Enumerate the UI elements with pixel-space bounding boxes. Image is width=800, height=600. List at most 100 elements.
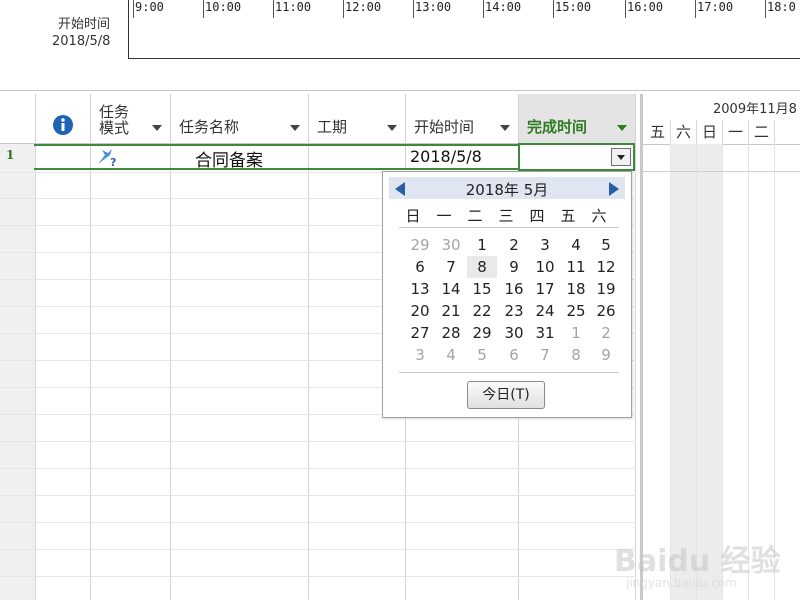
finish-header-label: 完成时间 — [527, 118, 588, 136]
weekday-label: 一 — [436, 207, 452, 225]
watermark-text: Baidu 经验 — [614, 544, 781, 579]
timeline-start-date: 2018/5/8 — [52, 34, 111, 49]
task-name-header[interactable]: 任务名称 — [171, 94, 308, 144]
calendar-day[interactable]: 1 — [467, 234, 497, 256]
calendar-day[interactable]: 14 — [436, 278, 466, 300]
calendar-day[interactable]: 27 — [405, 322, 435, 344]
start-header[interactable]: 开始时间 — [406, 94, 518, 144]
calendar-day-selected[interactable]: 8 — [467, 256, 497, 278]
timeline-start-label: 开始时间 — [58, 17, 111, 32]
calendar-day[interactable]: 29 — [467, 322, 497, 344]
calendar-day[interactable]: 6 — [405, 256, 435, 278]
start-header-label: 开始时间 — [414, 118, 475, 136]
timeline-hour: 9:00 — [133, 0, 164, 18]
timeline-separator — [0, 90, 800, 91]
calendar-day-other-month[interactable]: 8 — [561, 344, 591, 366]
next-month-arrow-icon[interactable] — [609, 182, 619, 196]
calendar-day[interactable]: 25 — [561, 300, 591, 322]
gantt-day-header: 二 — [749, 120, 775, 144]
svg-text:?: ? — [110, 156, 116, 168]
calendar-day-other-month[interactable]: 2 — [591, 322, 621, 344]
calendar-day[interactable]: 23 — [499, 300, 529, 322]
chevron-down-icon[interactable] — [152, 125, 162, 131]
row-divider — [0, 549, 636, 550]
calendar-day[interactable]: 12 — [591, 256, 621, 278]
calendar-day[interactable]: 16 — [499, 278, 529, 300]
calendar-day-other-month[interactable]: 29 — [405, 234, 435, 256]
timeline-hour: 12:00 — [342, 0, 382, 18]
timeline-hour: 13:00 — [412, 0, 452, 18]
calendar-day[interactable]: 2 — [499, 234, 529, 256]
row-divider — [0, 441, 636, 442]
calendar-day[interactable]: 24 — [530, 300, 560, 322]
today-button[interactable]: 今日(T) — [467, 381, 545, 409]
task-name-cell[interactable]: 合同备案 — [195, 146, 263, 171]
timeline-hour: 18:0 — [765, 0, 796, 18]
calendar-day-other-month[interactable]: 30 — [436, 234, 466, 256]
weekday-label: 六 — [591, 207, 607, 225]
calendar-day[interactable]: 17 — [530, 278, 560, 300]
row-divider — [0, 495, 636, 496]
select-all-corner[interactable] — [0, 94, 35, 144]
calendar-day[interactable]: 9 — [499, 256, 529, 278]
calendar-day[interactable]: 22 — [467, 300, 497, 322]
calendar-day[interactable]: 5 — [591, 234, 621, 256]
gantt-day-header: 一 — [723, 120, 749, 144]
calendar-day-other-month[interactable]: 6 — [499, 344, 529, 366]
finish-header[interactable]: 完成时间 — [519, 94, 635, 144]
start-date-cell[interactable]: 2018/5/8 — [410, 147, 482, 166]
chevron-down-icon[interactable] — [290, 125, 300, 131]
calendar-day[interactable]: 4 — [561, 234, 591, 256]
row-divider — [0, 468, 636, 469]
weekday-label: 四 — [529, 207, 545, 225]
watermark-subtext: jingyan.baidu.com — [626, 576, 737, 590]
calendar-day[interactable]: 13 — [405, 278, 435, 300]
weekday-label: 五 — [560, 207, 576, 225]
duration-header-label: 工期 — [317, 118, 348, 136]
calendar-day[interactable]: 15 — [467, 278, 497, 300]
calendar-day[interactable]: 11 — [561, 256, 591, 278]
duration-header[interactable]: 工期 — [309, 94, 405, 144]
timeline-hour: 11:00 — [272, 0, 312, 18]
calendar-day-other-month[interactable]: 7 — [530, 344, 560, 366]
chevron-down-icon[interactable] — [387, 125, 397, 131]
calendar-day-other-month[interactable]: 5 — [467, 344, 497, 366]
calendar-day-other-month[interactable]: 9 — [591, 344, 621, 366]
calendar-day-other-month[interactable]: 3 — [405, 344, 435, 366]
task-name-header-label: 任务名称 — [179, 118, 240, 136]
calendar-day[interactable]: 20 — [405, 300, 435, 322]
timeline-hour: 10:00 — [202, 0, 242, 18]
task-mode-header[interactable]: 任务 模式 — [91, 94, 170, 144]
calendar-day[interactable]: 31 — [530, 322, 560, 344]
chevron-down-icon[interactable] — [500, 125, 510, 131]
weekday-divider — [399, 227, 619, 228]
calendar-day[interactable]: 3 — [530, 234, 560, 256]
gantt-week-header: 2009年11月8 — [713, 102, 797, 117]
calendar-day[interactable]: 18 — [561, 278, 591, 300]
task-mode-header-line2: 模式 — [99, 119, 130, 137]
calendar-footer-divider — [399, 372, 619, 373]
timeline-hour: 15:00 — [552, 0, 592, 18]
calendar-day[interactable]: 10 — [530, 256, 560, 278]
manual-task-icon: ? — [98, 149, 116, 168]
weekday-label: 二 — [467, 207, 483, 225]
gantt-row-divider — [643, 171, 800, 172]
timeline-bar[interactable]: 9:00 10:00 11:00 12:00 13:00 14:00 15:00… — [128, 0, 800, 59]
timeline-panel: 开始时间 2018/5/8 9:00 10:00 11:00 12:00 13:… — [0, 0, 800, 90]
calendar-day[interactable]: 28 — [436, 322, 466, 344]
calendar-day-other-month[interactable]: 4 — [436, 344, 466, 366]
finish-date-dropdown-button[interactable] — [611, 148, 631, 166]
info-column-header[interactable] — [36, 94, 90, 144]
calendar-day[interactable]: 7 — [436, 256, 466, 278]
weekday-label: 三 — [498, 207, 514, 225]
calendar-day[interactable]: 30 — [499, 322, 529, 344]
baidu-watermark-logo: Baidu 经验 jingyan.baidu.com — [614, 516, 800, 600]
chevron-down-icon[interactable] — [617, 125, 627, 131]
calendar-day[interactable]: 19 — [591, 278, 621, 300]
gantt-day-header: 五 — [645, 120, 671, 144]
calendar-day-other-month[interactable]: 1 — [561, 322, 591, 344]
calendar-header: 2018年 5月 — [389, 177, 625, 199]
calendar-day[interactable]: 26 — [591, 300, 621, 322]
calendar-day[interactable]: 21 — [436, 300, 466, 322]
row-number[interactable]: 1 — [6, 148, 14, 162]
